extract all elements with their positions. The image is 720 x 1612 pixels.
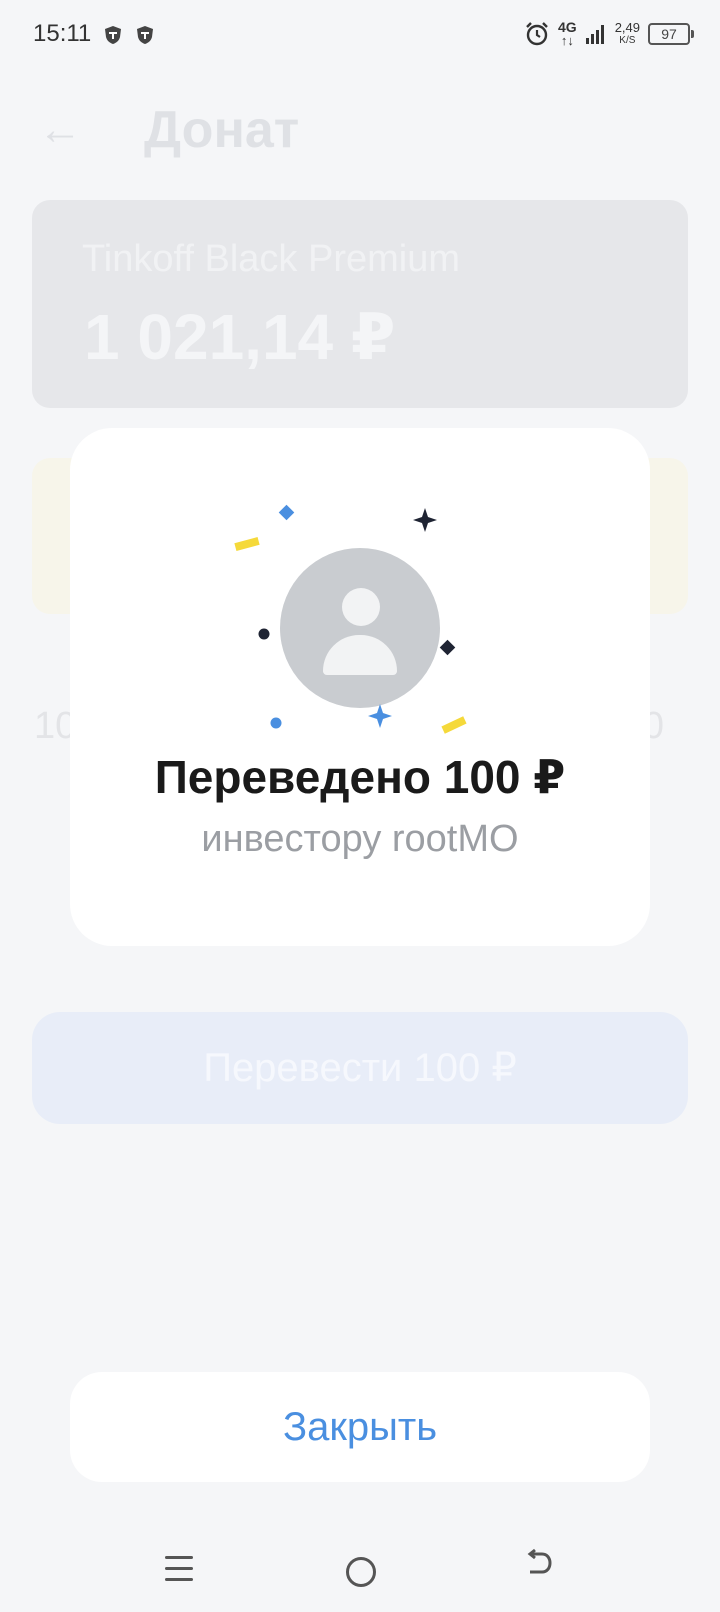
dialog-title: Переведено 100 ₽ <box>154 751 566 803</box>
shield-app-icon <box>105 26 121 44</box>
close-button[interactable]: Закрыть <box>70 1372 650 1482</box>
network-arrows: ↑↓ <box>560 33 574 48</box>
battery-level: 97 <box>661 25 677 42</box>
menu-icon[interactable] <box>165 1556 193 1589</box>
speed-unit: K/S <box>619 34 636 46</box>
network-generation: 4G <box>558 19 577 35</box>
page-title: Донат <box>144 101 300 159</box>
signal-icon <box>585 24 604 44</box>
transfer-button: Перевести 100 ₽ <box>32 1012 688 1124</box>
back-arrow-icon: ← <box>38 105 82 154</box>
status-indicators: 4G ↑↓ 2,49 K/S 97 <box>524 20 694 47</box>
battery-icon: 97 <box>648 22 694 45</box>
confetti-decoration <box>234 504 467 734</box>
card-balance: 1 021,14 ₽ <box>84 301 396 373</box>
account-card: Tinkoff Black Premium 1 021,14 ₽ <box>32 200 688 408</box>
home-icon[interactable] <box>346 1557 376 1587</box>
shield-app-icon <box>137 26 153 44</box>
card-name: Tinkoff Black Premium <box>82 238 460 280</box>
dialog-subtitle: инвестору rootMO <box>201 818 519 860</box>
alarm-icon <box>526 21 548 45</box>
network-indicator: 4G ↑↓ <box>558 20 577 47</box>
network-speed: 2,49 K/S <box>615 21 640 47</box>
speed-value: 2,49 <box>614 19 640 35</box>
success-dialog: Переведено 100 ₽ инвестору rootMO <box>70 428 650 946</box>
back-icon[interactable] <box>524 1548 554 1578</box>
status-time: 15:11 <box>33 20 92 47</box>
